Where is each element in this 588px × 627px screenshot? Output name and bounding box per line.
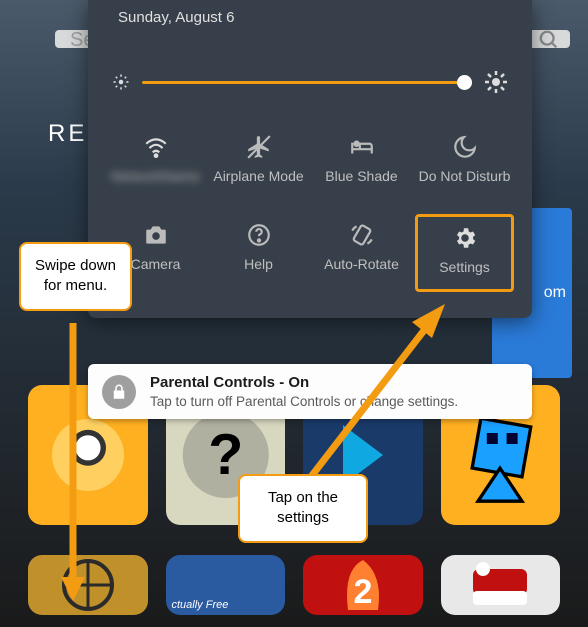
- svg-text:2: 2: [353, 573, 372, 611]
- qs-settings[interactable]: Settings: [415, 214, 514, 292]
- search-icon[interactable]: [538, 29, 560, 56]
- callout-swipe-down: Swipe down for menu.: [19, 242, 132, 311]
- qs-label: Settings: [439, 259, 490, 277]
- app-tile[interactable]: ctually Free: [166, 555, 286, 615]
- quick-settings-panel: Sunday, August 6 NetworkName Airplane Mo…: [88, 0, 532, 318]
- brightness-low-icon: [112, 73, 130, 91]
- qs-label: Auto-Rotate: [324, 256, 399, 274]
- gear-icon: [452, 225, 478, 251]
- qs-airplane[interactable]: Airplane Mode: [209, 126, 308, 204]
- rotate-icon: [349, 222, 375, 248]
- wifi-icon: [143, 134, 169, 160]
- arrow-to-settings: [300, 298, 460, 488]
- app-tile[interactable]: [441, 555, 561, 615]
- qs-dnd[interactable]: Do Not Disturb: [415, 126, 514, 204]
- qs-blue-shade[interactable]: Blue Shade: [312, 126, 411, 204]
- svg-text:?: ?: [208, 423, 243, 487]
- qs-label: Camera: [131, 256, 181, 274]
- panel-date: Sunday, August 6: [106, 0, 514, 40]
- qs-wifi[interactable]: NetworkName: [106, 126, 205, 204]
- qs-label: Help: [244, 256, 273, 274]
- brightness-slider[interactable]: [106, 40, 514, 112]
- qs-autorotate[interactable]: Auto-Rotate: [312, 214, 411, 292]
- brightness-track[interactable]: [142, 81, 472, 84]
- bed-icon: [349, 134, 375, 160]
- arrow-swipe-down: [58, 323, 88, 603]
- qs-help[interactable]: Help: [209, 214, 308, 292]
- qs-label: Airplane Mode: [213, 168, 303, 186]
- qs-label: Blue Shade: [325, 168, 397, 186]
- brightness-high-icon: [484, 70, 508, 94]
- camera-icon: [143, 222, 169, 248]
- lock-icon: [102, 375, 136, 409]
- quick-settings-grid: NetworkName Airplane Mode Blue Shade Do …: [106, 126, 514, 292]
- moon-icon: [452, 134, 478, 160]
- app-tile[interactable]: 2: [303, 555, 423, 615]
- airplane-icon: [246, 134, 272, 160]
- brightness-thumb[interactable]: [457, 75, 472, 90]
- qs-label: Do Not Disturb: [419, 168, 511, 186]
- parental-title: Parental Controls - On: [150, 374, 309, 391]
- qs-label: NetworkName: [111, 168, 200, 186]
- help-icon: [246, 222, 272, 248]
- callout-tap-settings: Tap on the settings: [238, 474, 368, 543]
